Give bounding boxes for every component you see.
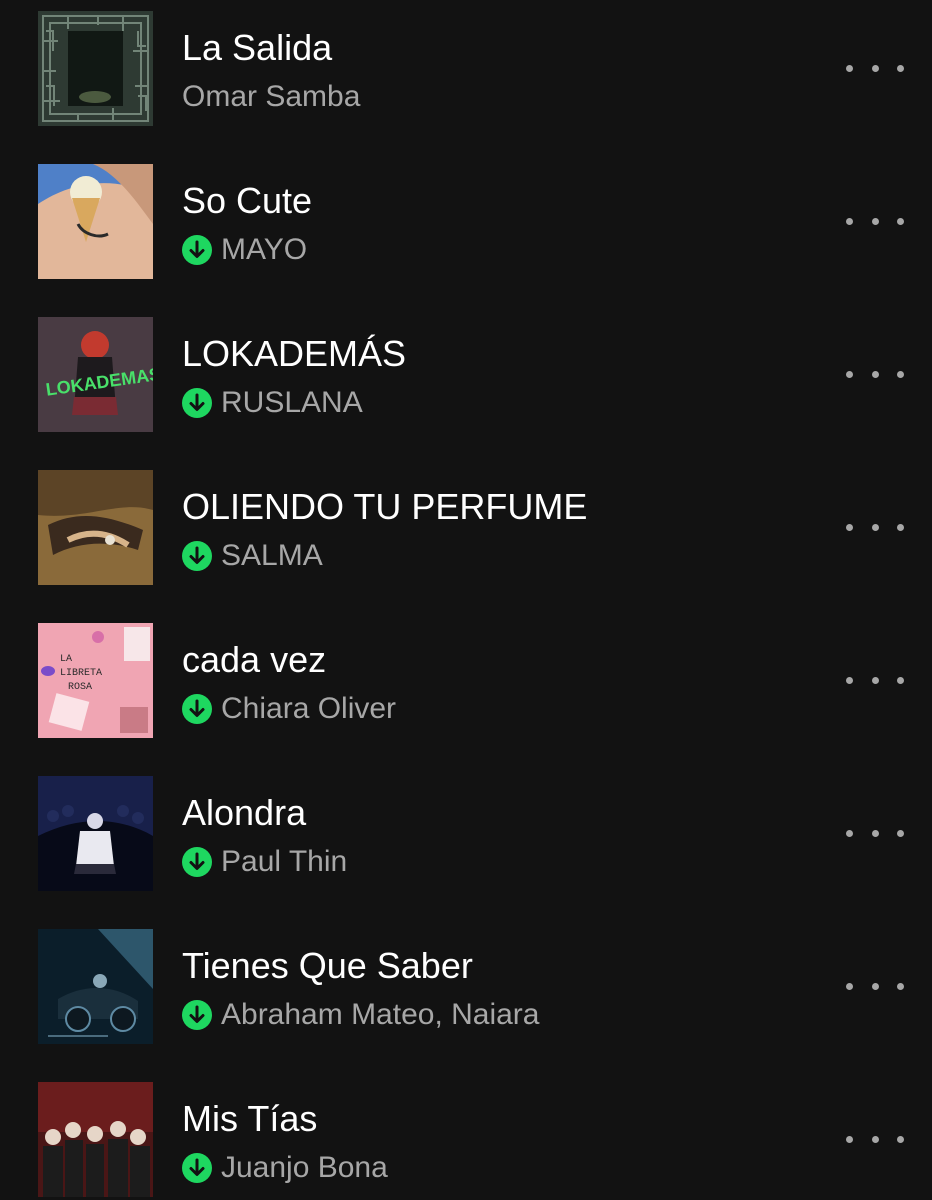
track-title[interactable]: So Cute (182, 181, 312, 221)
track-artist[interactable]: Paul Thin (221, 845, 347, 879)
dot (897, 1135, 904, 1143)
downloaded-icon (182, 388, 212, 418)
dot (897, 982, 904, 990)
track-row[interactable]: OLIENDO TU PERFUME SALMA (0, 459, 932, 612)
more-options-icon[interactable] (846, 509, 904, 545)
track-subline: SALMA (182, 539, 323, 573)
dot (897, 64, 904, 72)
track-subline: Paul Thin (182, 845, 347, 879)
track-subline: Chiara Oliver (182, 692, 396, 726)
track-artist[interactable]: MAYO (221, 233, 307, 267)
dot (846, 217, 853, 225)
track-list: La Salida Omar Samba So Cute MAYO LOKADE… (0, 0, 932, 1200)
track-title[interactable]: cada vez (182, 640, 326, 680)
track-row[interactable]: Alondra Paul Thin (0, 765, 932, 918)
downloaded-icon (182, 1000, 212, 1030)
svg-text:LIBRETA: LIBRETA (60, 668, 102, 679)
track-row[interactable]: LA LIBRETA ROSA cada vez Chiara Oliver (0, 612, 932, 765)
track-artist[interactable]: RUSLANA (221, 386, 363, 420)
dot (871, 217, 879, 225)
dot (871, 523, 879, 531)
track-row[interactable]: LOKADEMAS LOKADEMÁS RUSLANA (0, 306, 932, 459)
more-options-icon[interactable] (846, 968, 904, 1004)
track-row[interactable]: Mis Tías Juanjo Bona (0, 1071, 932, 1200)
dot (897, 676, 904, 684)
track-row[interactable]: So Cute MAYO (0, 153, 932, 306)
track-artist[interactable]: Abraham Mateo, Naiara (221, 998, 540, 1032)
track-subline: Abraham Mateo, Naiara (182, 998, 540, 1032)
dot (871, 982, 879, 990)
track-subline: Juanjo Bona (182, 1151, 388, 1185)
track-artist[interactable]: Juanjo Bona (221, 1151, 388, 1185)
downloaded-icon (182, 1153, 212, 1183)
track-title[interactable]: La Salida (182, 28, 332, 68)
track-subline: MAYO (182, 233, 307, 267)
dot (871, 829, 879, 837)
downloaded-icon (182, 541, 212, 571)
more-options-icon[interactable] (846, 50, 904, 86)
album-art (38, 776, 153, 891)
more-options-icon[interactable] (846, 356, 904, 392)
downloaded-icon (182, 694, 212, 724)
more-options-icon[interactable] (846, 662, 904, 698)
dot (871, 370, 879, 378)
album-art: LOKADEMAS (38, 317, 153, 432)
album-art (38, 164, 153, 279)
dot (871, 676, 879, 684)
track-title[interactable]: OLIENDO TU PERFUME (182, 487, 587, 527)
track-artist[interactable]: Omar Samba (182, 80, 360, 114)
dot (871, 1135, 879, 1143)
track-subline: RUSLANA (182, 386, 363, 420)
track-subline: Omar Samba (182, 80, 360, 114)
dot (846, 982, 853, 990)
dot (846, 370, 853, 378)
track-row[interactable]: La Salida Omar Samba (0, 0, 932, 153)
track-title[interactable]: Alondra (182, 793, 306, 833)
downloaded-icon (182, 847, 212, 877)
dot (846, 829, 853, 837)
svg-text:LA: LA (60, 654, 72, 665)
downloaded-icon (182, 235, 212, 265)
dot (846, 64, 853, 72)
album-art (38, 929, 153, 1044)
album-art (38, 11, 153, 126)
dot (846, 523, 853, 531)
dot (897, 217, 904, 225)
track-artist[interactable]: SALMA (221, 539, 323, 573)
dot (871, 64, 879, 72)
dot (846, 676, 853, 684)
dot (897, 523, 904, 531)
album-art: LA LIBRETA ROSA (38, 623, 153, 738)
track-title[interactable]: Mis Tías (182, 1099, 317, 1139)
more-options-icon[interactable] (846, 203, 904, 239)
track-title[interactable]: Tienes Que Saber (182, 946, 473, 986)
album-art (38, 1082, 153, 1197)
svg-text:ROSA: ROSA (68, 682, 92, 693)
more-options-icon[interactable] (846, 815, 904, 851)
dot (897, 829, 904, 837)
track-artist[interactable]: Chiara Oliver (221, 692, 396, 726)
dot (846, 1135, 853, 1143)
dot (897, 370, 904, 378)
album-art (38, 470, 153, 585)
track-row[interactable]: Tienes Que Saber Abraham Mateo, Naiara (0, 918, 932, 1071)
more-options-icon[interactable] (846, 1121, 904, 1157)
track-title[interactable]: LOKADEMÁS (182, 334, 406, 374)
